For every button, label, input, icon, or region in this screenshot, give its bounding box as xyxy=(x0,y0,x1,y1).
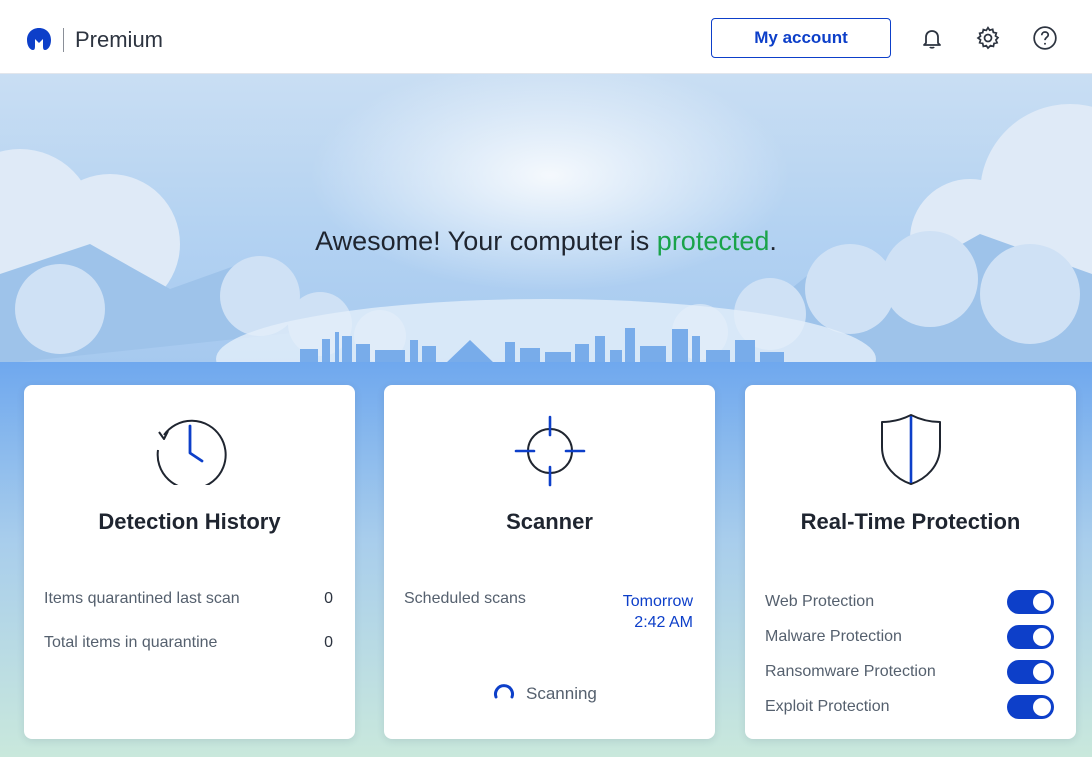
detection-history-title: Detection History xyxy=(98,509,281,534)
scheduled-scan-day: Tomorrow xyxy=(622,593,693,610)
clock-history-icon xyxy=(156,419,227,485)
scan-status-label: Scanning xyxy=(526,684,597,703)
ransomware-protection-toggle[interactable] xyxy=(1007,660,1054,684)
shield-icon xyxy=(880,414,941,485)
ransomware-protection-label: Ransomware Protection xyxy=(765,663,936,680)
protection-status-message: Awesome! Your computer is protected. xyxy=(0,226,1092,257)
total-quarantine-value: 0 xyxy=(324,634,333,651)
brand-divider xyxy=(63,28,64,52)
web-protection-toggle[interactable] xyxy=(1007,590,1054,614)
my-account-button[interactable]: My account xyxy=(711,18,891,58)
scanner-card[interactable]: Scanner Scheduled scans Tomorrow 2:42 AM… xyxy=(384,385,715,739)
gear-icon[interactable] xyxy=(974,24,1002,52)
help-icon[interactable] xyxy=(1031,24,1059,52)
web-protection-label: Web Protection xyxy=(765,593,875,610)
quarantined-last-scan-value: 0 xyxy=(324,590,333,607)
malware-protection-toggle[interactable] xyxy=(1007,625,1054,649)
scheduled-scans-label: Scheduled scans xyxy=(404,590,526,607)
exploit-protection-label: Exploit Protection xyxy=(765,698,890,715)
spinner-icon xyxy=(494,684,514,699)
crosshair-icon xyxy=(514,415,585,487)
status-protected-text: protected xyxy=(656,226,770,256)
status-message-prefix: Awesome! Your computer is xyxy=(315,226,657,256)
malwarebytes-logo-icon xyxy=(27,28,51,50)
real-time-protection-title: Real-Time Protection xyxy=(800,509,1021,534)
scheduled-scan-time: 2:42 AM xyxy=(634,614,693,631)
malware-protection-label: Malware Protection xyxy=(765,628,902,645)
app-header: Premium My account xyxy=(0,0,1092,74)
detection-history-card[interactable]: Detection History Items quarantined last… xyxy=(24,385,355,739)
brand-name: Premium xyxy=(75,27,164,52)
scanner-title: Scanner xyxy=(506,509,593,534)
exploit-protection-toggle[interactable] xyxy=(1007,695,1054,719)
scheduled-scans-value[interactable]: Tomorrow 2:42 AM xyxy=(623,591,693,633)
real-time-protection-card[interactable]: Real-Time Protection Web Protection Malw… xyxy=(745,385,1076,739)
total-quarantine-label: Total items in quarantine xyxy=(44,634,218,651)
status-message-suffix: . xyxy=(769,226,777,256)
quarantined-last-scan-label: Items quarantined last scan xyxy=(44,590,240,607)
bell-icon[interactable] xyxy=(918,24,946,52)
